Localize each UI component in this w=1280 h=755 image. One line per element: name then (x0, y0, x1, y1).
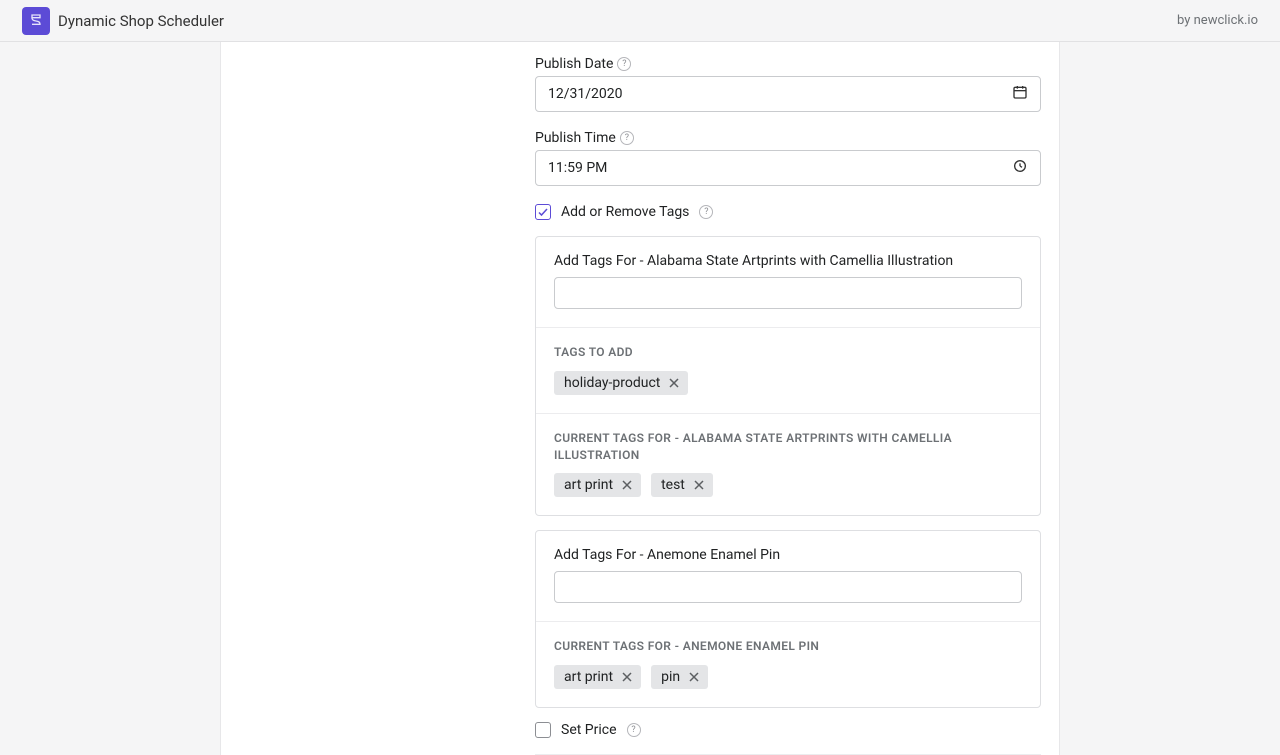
help-icon[interactable]: ? (617, 57, 631, 71)
add-tags-label: Add Tags For - Alabama State Artprints w… (554, 253, 1022, 269)
set-price-label: Set Price (561, 722, 617, 738)
tag-chip: art print (554, 473, 641, 497)
publish-date-value: 12/31/2020 (548, 86, 623, 102)
tag-chip: test (651, 473, 713, 497)
remove-tag-icon[interactable] (668, 377, 680, 389)
publish-date-input[interactable]: 12/31/2020 (535, 76, 1041, 112)
remove-tag-icon[interactable] (621, 671, 633, 683)
add-tags-input[interactable] (554, 277, 1022, 309)
app-title: Dynamic Shop Scheduler (58, 12, 224, 30)
current-tags-list: art print pin (554, 665, 1022, 689)
current-tags-heading: CURRENT TAGS FOR - ALABAMA STATE ARTPRIN… (554, 430, 1022, 464)
add-remove-tags-checkbox[interactable] (535, 204, 551, 220)
app-icon (22, 7, 50, 35)
remove-tag-icon[interactable] (688, 671, 700, 683)
clock-icon (1012, 158, 1028, 178)
tags-to-add-heading: TAGS TO ADD (554, 344, 1022, 361)
remove-tag-icon[interactable] (693, 479, 705, 491)
set-price-row: Set Price ? (535, 722, 1041, 738)
add-tags-input[interactable] (554, 571, 1022, 603)
add-tags-label: Add Tags For - Anemone Enamel Pin (554, 547, 1022, 563)
main-card: Publish Date ? 12/31/2020 Publish Time ?… (220, 42, 1060, 755)
tag-chip: pin (651, 665, 708, 689)
current-tags-list: art print test (554, 473, 1022, 497)
calendar-icon (1012, 84, 1028, 104)
add-remove-tags-row: Add or Remove Tags ? (535, 204, 1041, 220)
byline: by newclick.io (1177, 13, 1258, 28)
tag-label: pin (661, 669, 680, 685)
app-brand: Dynamic Shop Scheduler (22, 7, 224, 35)
current-tags-heading: CURRENT TAGS FOR - ANEMONE ENAMEL PIN (554, 638, 1022, 655)
help-icon[interactable]: ? (699, 205, 713, 219)
tags-to-add-list: holiday-product (554, 371, 1022, 395)
help-icon[interactable]: ? (620, 131, 634, 145)
publish-time-value: 11:59 PM (548, 160, 607, 176)
product-tags-panel: Add Tags For - Anemone Enamel Pin CURREN… (535, 530, 1041, 708)
tag-label: art print (564, 669, 613, 685)
app-header: Dynamic Shop Scheduler by newclick.io (0, 0, 1280, 42)
help-icon[interactable]: ? (627, 723, 641, 737)
add-remove-tags-label: Add or Remove Tags (561, 204, 689, 220)
publish-time-input[interactable]: 11:59 PM (535, 150, 1041, 186)
publish-time-label: Publish Time ? (535, 130, 1041, 146)
tag-chip: art print (554, 665, 641, 689)
tag-label: holiday-product (564, 375, 660, 391)
tag-label: art print (564, 477, 613, 493)
product-tags-panel: Add Tags For - Alabama State Artprints w… (535, 236, 1041, 516)
publish-date-label: Publish Date ? (535, 56, 1041, 72)
remove-tag-icon[interactable] (621, 479, 633, 491)
set-price-checkbox[interactable] (535, 722, 551, 738)
tag-label: test (661, 477, 685, 493)
tag-chip: holiday-product (554, 371, 688, 395)
